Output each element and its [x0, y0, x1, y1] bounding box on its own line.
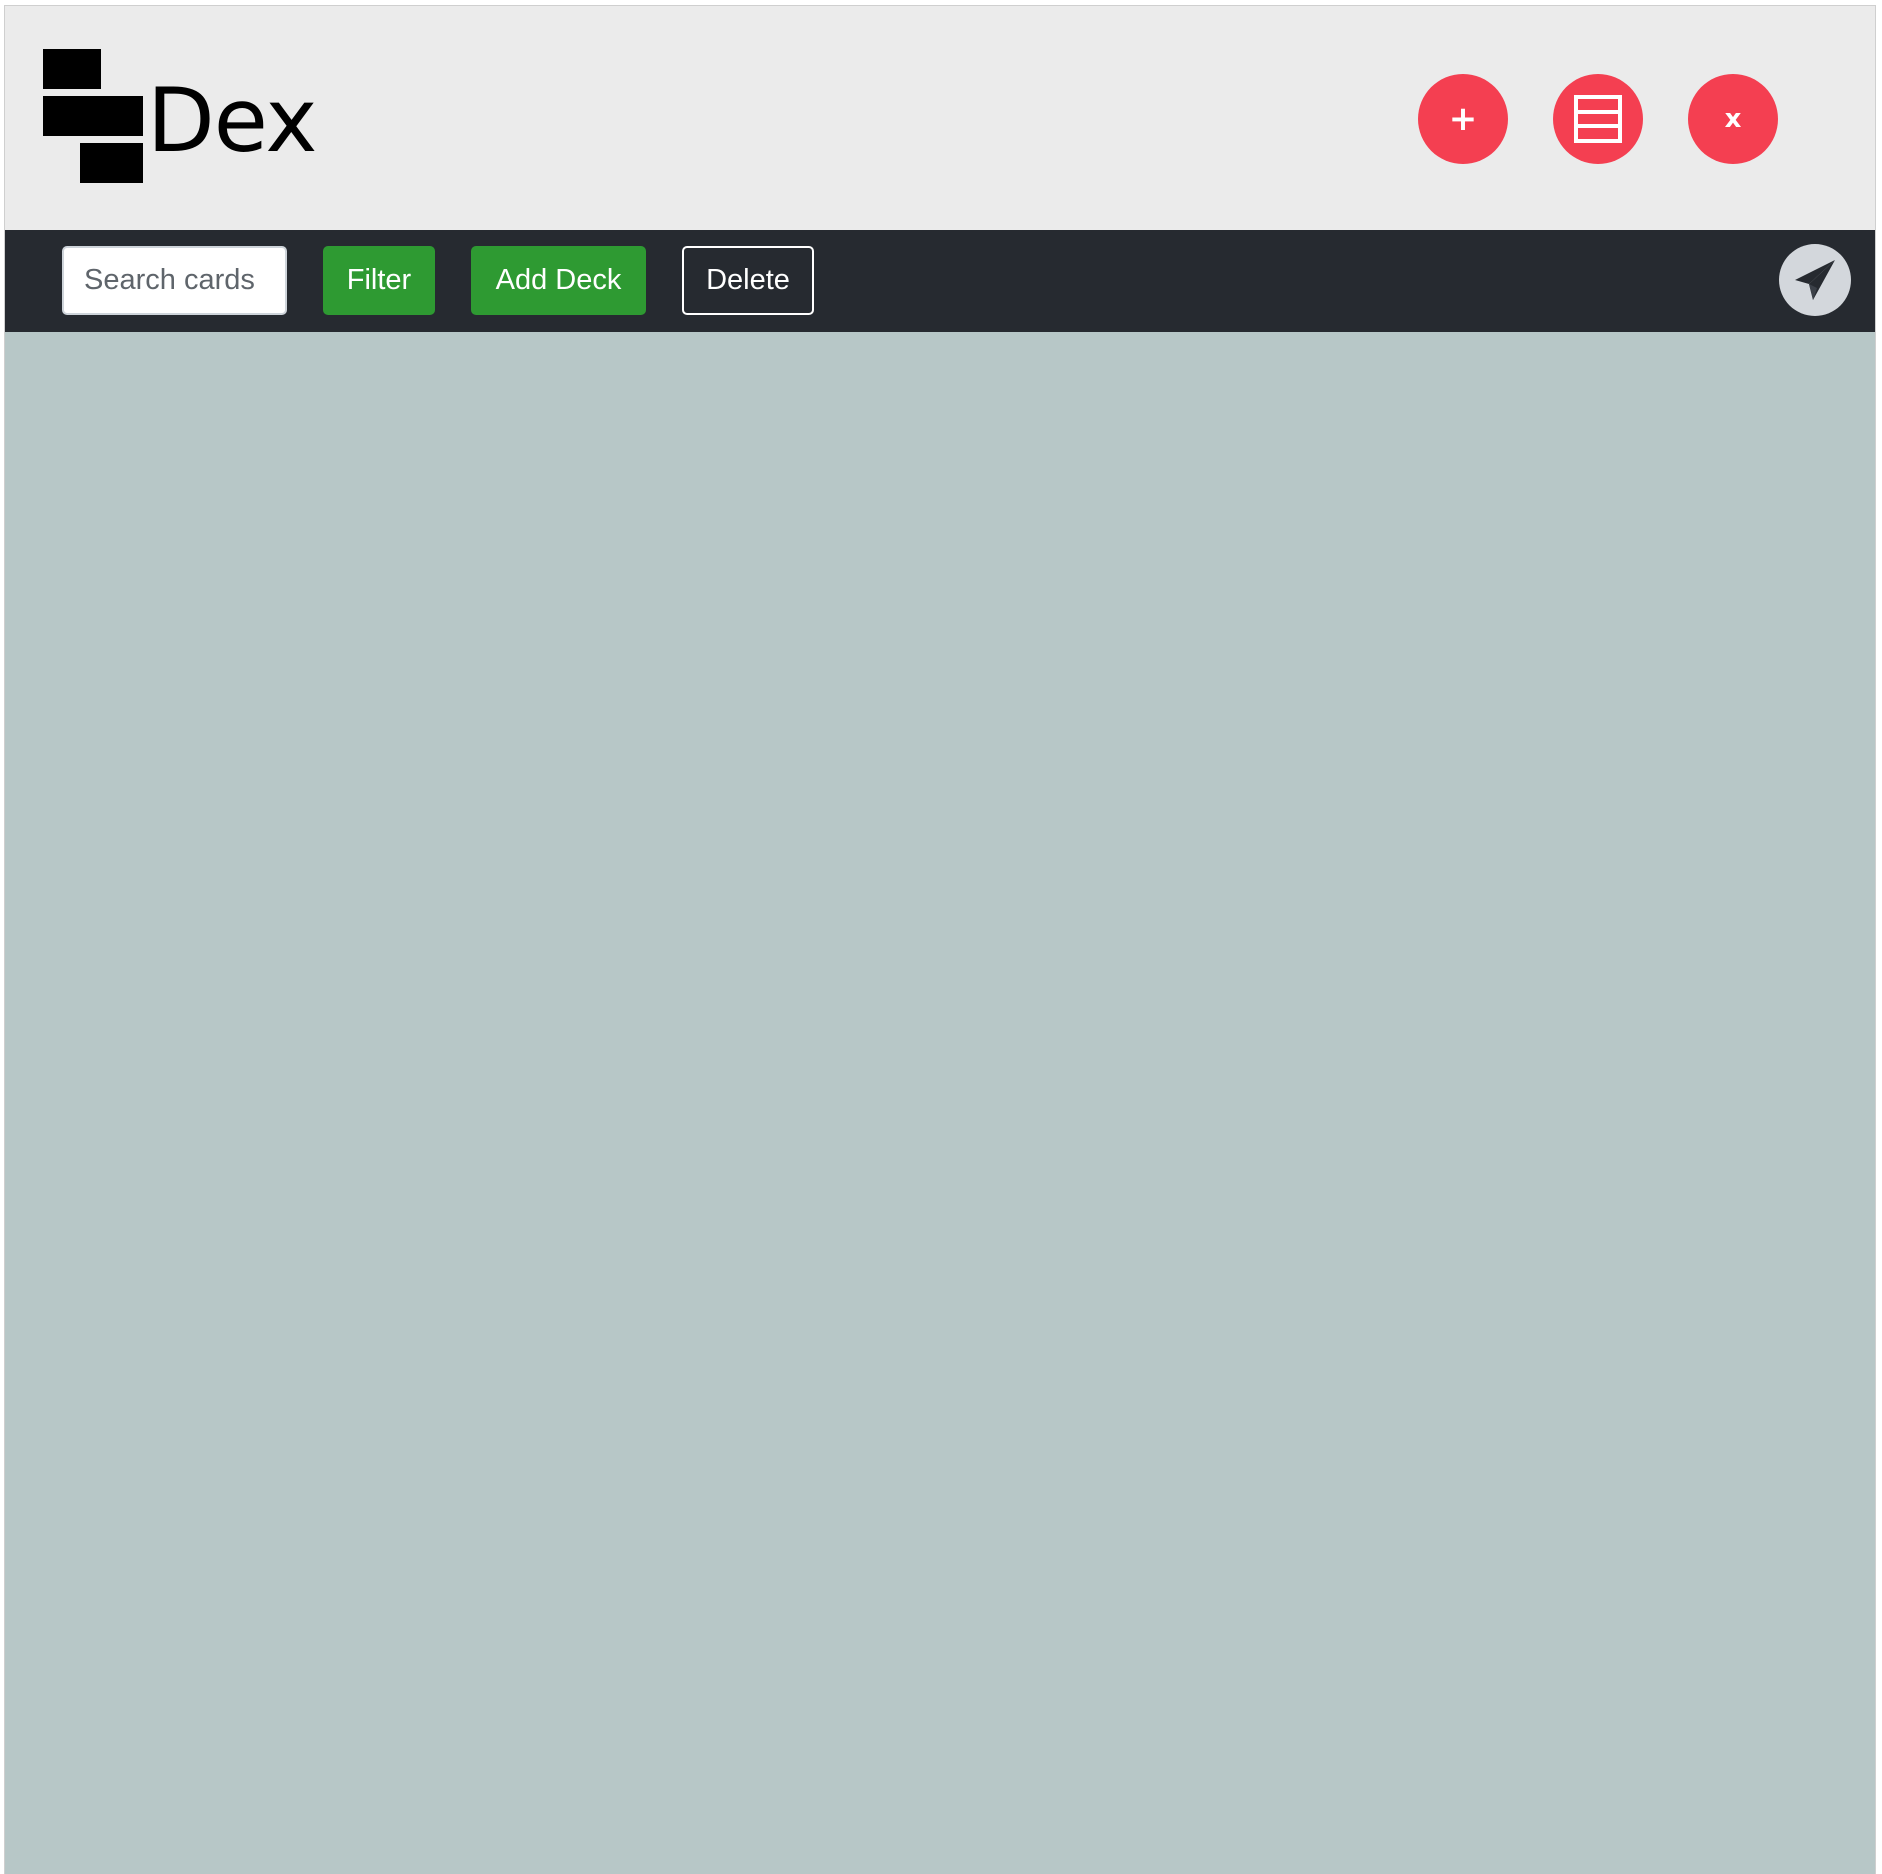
close-icon: x — [1724, 104, 1742, 134]
logo[interactable]: Dex — [43, 49, 317, 189]
logo-block-bottom — [80, 143, 143, 183]
menu-button[interactable] — [1553, 74, 1643, 164]
logo-block-middle — [43, 96, 143, 136]
add-deck-button[interactable]: Add Deck — [471, 246, 646, 315]
search-input[interactable] — [62, 246, 287, 315]
plus-icon: + — [1448, 99, 1478, 139]
filter-button[interactable]: Filter — [323, 246, 435, 315]
header: Dex + x — [5, 6, 1875, 230]
toolbar: Filter Add Deck Delete — [5, 230, 1875, 332]
card-area — [5, 332, 1875, 1874]
send-button[interactable] — [1779, 244, 1851, 316]
close-button[interactable]: x — [1688, 74, 1778, 164]
logo-text: Dex — [147, 69, 317, 172]
delete-button[interactable]: Delete — [682, 246, 814, 315]
app-window: Dex + x Filter Add Deck Delete — [4, 5, 1876, 1874]
paper-plane-icon — [1795, 260, 1835, 300]
add-button[interactable]: + — [1418, 74, 1508, 164]
list-icon — [1574, 95, 1622, 143]
logo-block-top — [43, 49, 101, 89]
